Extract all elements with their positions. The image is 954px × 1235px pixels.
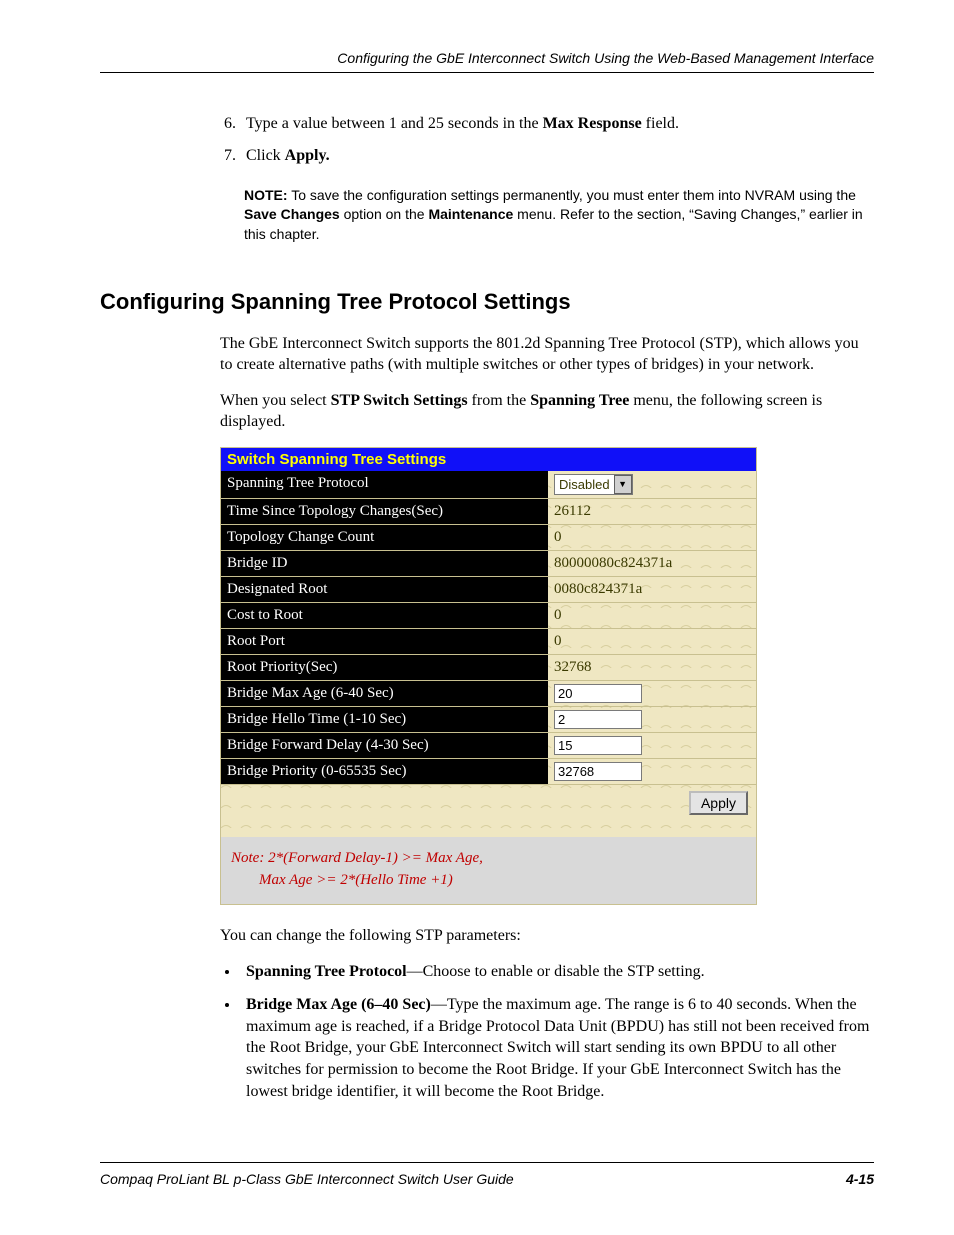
note-t1c: option on the — [340, 206, 429, 222]
section-body: The GbE Interconnect Switch supports the… — [220, 333, 874, 1103]
step-6-bold: Max Response — [543, 115, 642, 132]
section-p1: The GbE Interconnect Switch supports the… — [220, 333, 874, 376]
setting-value-cell: 32768 — [548, 759, 756, 784]
setting-row: Bridge Hello Time (1-10 Sec) 2 — [221, 707, 756, 733]
setting-label: Bridge Forward Delay (4-30 Sec) — [221, 733, 548, 758]
apply-button[interactable]: Apply — [689, 791, 748, 815]
note-t1b: Save Changes — [244, 206, 340, 222]
page: Configuring the GbE Interconnect Switch … — [0, 0, 954, 1227]
setting-value: 80000080c824371a — [554, 555, 672, 572]
setting-value-cell: 0 — [548, 629, 756, 654]
setting-row: Bridge Forward Delay (4-30 Sec) 15 — [221, 733, 756, 759]
header-rule — [100, 72, 874, 73]
section-p2: When you select STP Switch Settings from… — [220, 390, 874, 433]
param-stp: Spanning Tree Protocol—Choose to enable … — [240, 961, 874, 983]
screenshot-note-line2: Max Age >= 2*(Hello Time +1) — [231, 869, 746, 892]
running-header: Configuring the GbE Interconnect Switch … — [100, 50, 874, 72]
setting-value-cell: 0080c824371a — [548, 577, 756, 602]
stp-enable-select[interactable]: Disabled ▼ — [554, 474, 633, 495]
setting-row: Topology Change Count 0 — [221, 525, 756, 551]
setting-value-cell: 80000080c824371a — [548, 551, 756, 576]
setting-label: Root Port — [221, 629, 548, 654]
setting-value-cell: 32768 — [548, 655, 756, 680]
param-stp-desc: —Choose to enable or disable the STP set… — [407, 963, 705, 980]
setting-value: 0080c824371a — [554, 581, 642, 598]
setting-value-cell: 20 — [548, 681, 756, 706]
setting-value: 32768 — [554, 659, 592, 676]
content-column: Type a value between 1 and 25 seconds in… — [220, 113, 874, 245]
p2-b2: Spanning Tree — [530, 392, 629, 409]
setting-label: Designated Root — [221, 577, 548, 602]
note-label: NOTE: — [244, 187, 288, 203]
after-lead: You can change the following STP paramet… — [220, 925, 874, 947]
setting-label: Bridge Hello Time (1-10 Sec) — [221, 707, 548, 732]
setting-label: Cost to Root — [221, 603, 548, 628]
footer-doc-title: Compaq ProLiant BL p-Class GbE Interconn… — [100, 1171, 514, 1187]
setting-label: Bridge Priority (0-65535 Sec) — [221, 759, 548, 784]
setting-value: 26112 — [554, 503, 591, 520]
setting-value: 0 — [554, 529, 562, 546]
step-list: Type a value between 1 and 25 seconds in… — [220, 113, 874, 168]
setting-input[interactable]: 2 — [554, 710, 642, 729]
chevron-down-icon: ▼ — [614, 475, 632, 494]
footer: Compaq ProLiant BL p-Class GbE Interconn… — [100, 1162, 874, 1187]
setting-row: Bridge Priority (0-65535 Sec) 32768 — [221, 759, 756, 785]
setting-value-cell: 15 — [548, 733, 756, 758]
setting-row: Root Priority(Sec) 32768 — [221, 655, 756, 681]
screenshot-note: Note: 2*(Forward Delay-1) >= Max Age, Ma… — [221, 837, 756, 904]
step-6-post: field. — [642, 115, 679, 132]
param-list: Spanning Tree Protocol—Choose to enable … — [220, 961, 874, 1103]
step-7-bold: Apply. — [285, 147, 330, 164]
p2-mid: from the — [468, 392, 531, 409]
setting-row: Spanning Tree Protocol Disabled ▼ — [221, 471, 756, 499]
setting-row: Time Since Topology Changes(Sec) 26112 — [221, 499, 756, 525]
setting-label: Topology Change Count — [221, 525, 548, 550]
param-maxage-name: Bridge Max Age (6–40 Sec) — [246, 996, 431, 1013]
setting-value: 0 — [554, 607, 562, 624]
note-block: NOTE: To save the configuration settings… — [244, 186, 874, 245]
screenshot-title: Switch Spanning Tree Settings — [221, 448, 756, 471]
apply-row: Apply — [221, 785, 756, 821]
setting-row: Bridge ID 80000080c824371a — [221, 551, 756, 577]
setting-label: Spanning Tree Protocol — [221, 471, 548, 498]
setting-input[interactable]: 15 — [554, 736, 642, 755]
screenshot-note-line1: Note: 2*(Forward Delay-1) >= Max Age, — [231, 847, 746, 870]
param-stp-name: Spanning Tree Protocol — [246, 963, 407, 980]
setting-value: 0 — [554, 633, 562, 650]
step-6-pre: Type a value between 1 and 25 seconds in… — [246, 115, 543, 132]
p2-pre: When you select — [220, 392, 331, 409]
p2-b1: STP Switch Settings — [331, 392, 468, 409]
note-t1a: To save the configuration settings perma… — [288, 187, 856, 203]
stp-screenshot: Switch Spanning Tree Settings Spanning T… — [220, 447, 757, 905]
step-7: Click Apply. — [240, 145, 874, 167]
param-maxage: Bridge Max Age (6–40 Sec)—Type the maxim… — [240, 994, 874, 1102]
setting-label: Bridge Max Age (6-40 Sec) — [221, 681, 548, 706]
setting-value-cell: 2 — [548, 707, 756, 732]
setting-value-cell: 26112 — [548, 499, 756, 524]
setting-row: Root Port 0 — [221, 629, 756, 655]
setting-row: Designated Root 0080c824371a — [221, 577, 756, 603]
setting-label: Root Priority(Sec) — [221, 655, 548, 680]
note-t1d: Maintenance — [428, 206, 513, 222]
footer-page-number: 4-15 — [846, 1171, 874, 1187]
step-6: Type a value between 1 and 25 seconds in… — [240, 113, 874, 135]
setting-input[interactable]: 20 — [554, 684, 642, 703]
select-value: Disabled — [559, 477, 610, 492]
setting-row: Cost to Root 0 — [221, 603, 756, 629]
step-7-pre: Click — [246, 147, 285, 164]
setting-value-cell: Disabled ▼ — [548, 471, 756, 498]
setting-value-cell: 0 — [548, 525, 756, 550]
setting-input[interactable]: 32768 — [554, 762, 642, 781]
section-heading: Configuring Spanning Tree Protocol Setti… — [100, 289, 874, 315]
setting-value-cell: 0 — [548, 603, 756, 628]
setting-label: Time Since Topology Changes(Sec) — [221, 499, 548, 524]
setting-label: Bridge ID — [221, 551, 548, 576]
setting-row: Bridge Max Age (6-40 Sec) 20 — [221, 681, 756, 707]
